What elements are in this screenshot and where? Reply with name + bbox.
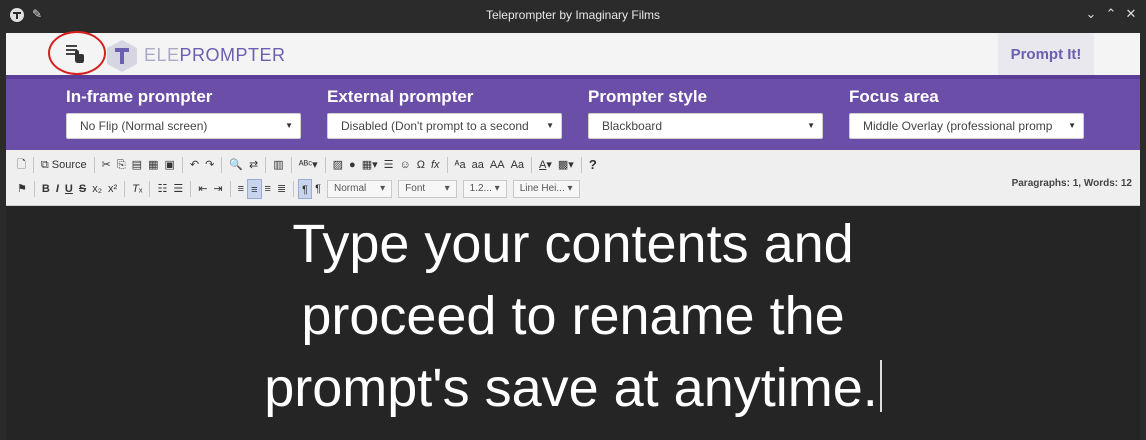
- menu-icon[interactable]: [62, 42, 86, 64]
- logo-text: ELEPROMPTER: [144, 45, 286, 65]
- window-titlebar: ✎ Teleprompter by Imaginary Films ⌄ ⌃ ✕: [0, 0, 1146, 33]
- spellcheck-icon[interactable]: ᴬᴮᶜ▾: [296, 155, 321, 175]
- prompt-line: Type your contents and: [292, 214, 854, 274]
- paste-word-icon[interactable]: ▣: [161, 155, 177, 175]
- indent-icon[interactable]: ⇥: [210, 179, 225, 199]
- superscript-icon[interactable]: x²: [105, 179, 120, 199]
- select-all-icon[interactable]: ▥: [270, 155, 286, 175]
- undo-icon[interactable]: ↶: [187, 155, 202, 175]
- toolbar-row-1: 🗋 ⧉ Source ✂ ⎘ ▤ ▦ ▣ ↶ ↷ 🔍 ⇄ ▥ ᴬᴮᶜ▾ ▨ ● …: [14, 154, 600, 176]
- style-group: Prompter style Blackboard ▼: [588, 87, 823, 139]
- prompt-it-button[interactable]: Prompt It!: [998, 33, 1094, 75]
- underline-icon[interactable]: U: [62, 179, 76, 199]
- font-select[interactable]: Font ▾: [398, 180, 457, 198]
- formula-icon[interactable]: fx: [428, 155, 443, 175]
- redo-icon[interactable]: ↷: [202, 155, 217, 175]
- italic-icon[interactable]: I: [53, 179, 62, 199]
- lowercase-icon[interactable]: aa: [469, 155, 487, 175]
- toolbar-row-2: ⚑ B I U S x₂ x² Tₓ ☷ ☰ ⇤ ⇥ ≡ ≡ ≡ ≣ ¶ ¶ N…: [14, 178, 583, 200]
- dropdown-arrow-icon: ▼: [285, 121, 293, 130]
- focus-select[interactable]: Middle Overlay (professional promp ▼: [849, 113, 1084, 139]
- remove-format-icon[interactable]: Tₓ: [129, 179, 145, 199]
- dropdown-arrow-icon: ▼: [546, 121, 554, 130]
- focus-label: Focus area: [849, 87, 939, 106]
- text-caret: [879, 360, 882, 412]
- dropdown-arrow-icon: ▼: [1068, 121, 1076, 130]
- cut-icon[interactable]: ✂: [99, 155, 114, 175]
- image-icon[interactable]: ▨: [330, 155, 346, 175]
- window-title: Teleprompter by Imaginary Films: [485, 8, 661, 22]
- style-label: Prompter style: [588, 87, 708, 106]
- source-button[interactable]: ⧉ Source: [38, 155, 90, 175]
- align-center-icon[interactable]: ≡: [247, 179, 262, 199]
- copy-icon[interactable]: ⎘: [114, 155, 129, 175]
- replace-icon[interactable]: ⇄: [246, 155, 261, 175]
- ltr-icon[interactable]: ¶: [298, 179, 313, 199]
- window-border-right: [1140, 33, 1146, 440]
- align-right-icon[interactable]: ≡: [262, 179, 274, 199]
- prompt-editor[interactable]: Type your contents and proceed to rename…: [6, 206, 1140, 440]
- paste-icon[interactable]: ▤: [129, 155, 145, 175]
- bulleted-list-icon[interactable]: ☰: [170, 179, 186, 199]
- dropdown-arrow-icon: ▼: [807, 121, 815, 130]
- line-height-select[interactable]: Line Hei... ▾: [512, 180, 580, 198]
- font-size-select[interactable]: 1.2... ▾: [462, 180, 507, 198]
- bg-color-icon[interactable]: ▩▾: [555, 155, 577, 175]
- external-group: External prompter Disabled (Don't prompt…: [327, 87, 562, 139]
- align-left-icon[interactable]: ≡: [235, 179, 247, 199]
- numbered-list-icon[interactable]: ☷: [154, 179, 170, 199]
- horizontal-line-icon[interactable]: ☰: [381, 155, 397, 175]
- settings-panel: In-frame prompter No Flip (Normal screen…: [6, 75, 1140, 150]
- new-page-icon[interactable]: 🗋: [14, 155, 29, 175]
- chevron-down-icon[interactable]: ⌄: [1082, 6, 1100, 22]
- table-icon[interactable]: ▦▾: [359, 155, 381, 175]
- strikethrough-icon[interactable]: S: [76, 179, 89, 199]
- rtl-icon[interactable]: ¶: [312, 179, 324, 199]
- external-label: External prompter: [327, 87, 474, 106]
- special-char-icon[interactable]: Ω: [414, 155, 428, 175]
- help-icon[interactable]: ?: [586, 155, 600, 175]
- subscript-icon[interactable]: x₂: [89, 179, 105, 199]
- app-header: ELEPROMPTER Prompt It!: [0, 31, 1146, 75]
- in-frame-select[interactable]: No Flip (Normal screen) ▼: [66, 113, 301, 139]
- outdent-icon[interactable]: ⇤: [195, 179, 210, 199]
- transform-text-icon[interactable]: ᴬa: [452, 155, 469, 175]
- editor-toolbar: 🗋 ⧉ Source ✂ ⎘ ▤ ▦ ▣ ↶ ↷ 🔍 ⇄ ▥ ᴬᴮᶜ▾ ▨ ● …: [6, 150, 1140, 206]
- external-select[interactable]: Disabled (Don't prompt to a second ▼: [327, 113, 562, 139]
- flag-icon[interactable]: ⚑: [14, 179, 30, 199]
- format-select[interactable]: Normal ▾: [327, 180, 393, 198]
- bold-icon[interactable]: B: [39, 179, 53, 199]
- word-count: Paragraphs: 1, Words: 12: [1011, 178, 1132, 189]
- style-select[interactable]: Blackboard ▼: [588, 113, 823, 139]
- prompt-text[interactable]: Type your contents and proceed to rename…: [6, 208, 1140, 424]
- capitalize-icon[interactable]: Aa: [508, 155, 527, 175]
- smiley-icon[interactable]: ☺: [396, 155, 413, 175]
- uppercase-icon[interactable]: AA: [487, 155, 508, 175]
- justify-icon[interactable]: ≣: [274, 179, 289, 199]
- prompt-line-last: prompt's save at anytime.: [6, 352, 1140, 424]
- in-frame-group: In-frame prompter No Flip (Normal screen…: [66, 87, 301, 139]
- paste-text-icon[interactable]: ▦: [145, 155, 161, 175]
- focus-group: Focus area Middle Overlay (professional …: [849, 87, 1084, 139]
- in-frame-label: In-frame prompter: [66, 87, 213, 106]
- find-icon[interactable]: 🔍: [226, 155, 246, 175]
- close-icon[interactable]: ✕: [1122, 6, 1140, 22]
- flash-icon[interactable]: ●: [346, 155, 359, 175]
- prompt-line: proceed to rename the: [301, 286, 845, 346]
- text-color-icon[interactable]: A▾: [536, 155, 555, 175]
- logo-icon: [107, 40, 137, 72]
- chevron-up-icon[interactable]: ⌃: [1102, 6, 1120, 22]
